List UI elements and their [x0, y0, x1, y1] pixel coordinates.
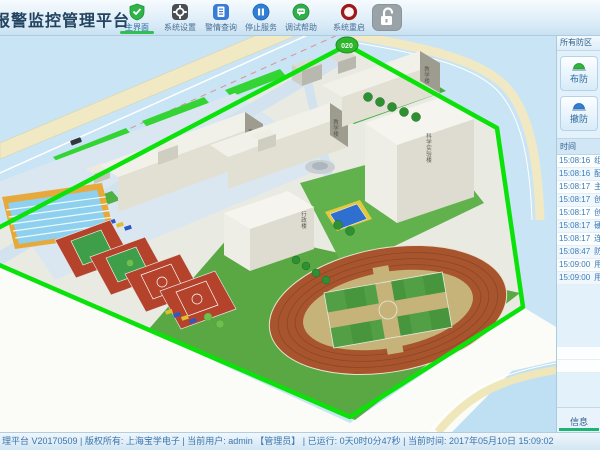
log-list[interactable]: 15:08:16组 15:08:16配 15:08:17主 15:08:17创 … [557, 155, 600, 285]
zone-badge[interactable]: 020 [336, 37, 358, 53]
toolbar-button-label: 停止服务 [240, 22, 282, 33]
lock-toggle-button[interactable] [372, 4, 402, 31]
zone-badge-number: 020 [341, 43, 353, 50]
toolbar-button-label: 系统重启 [328, 22, 370, 33]
building-label: 行政楼 [300, 210, 307, 230]
toolbar-button-label: 主界面 [116, 22, 158, 33]
building-label: 科学实验楼 [425, 132, 432, 164]
toolbar-button-restart[interactable]: 系统重启 [328, 1, 370, 34]
log-spacer [557, 285, 600, 347]
pause-icon [240, 3, 282, 22]
log-row[interactable]: 15:08:16组 [557, 155, 600, 168]
arm-button[interactable]: 布防 [560, 56, 598, 91]
log-time-header: 时间 [557, 138, 600, 155]
fountain-center [312, 162, 328, 170]
log-row[interactable]: 15:08:17创 [557, 207, 600, 220]
campus-map[interactable]: 教学楼 教学楼 教学楼 科学实验楼 行政楼 [0, 35, 556, 432]
campus-map-svg: 教学楼 教学楼 教学楼 科学实验楼 行政楼 [0, 35, 556, 432]
log-row[interactable]: 15:09:00用 [557, 272, 600, 285]
disarm-button[interactable]: 撤防 [560, 96, 598, 131]
toolbar-button-settings[interactable]: 系统设置 [159, 1, 201, 34]
arm-button-label: 布防 [561, 72, 597, 85]
log-row[interactable]: 15:08:17硬 [557, 220, 600, 233]
toolbar-button-label: 调试帮助 [280, 22, 322, 33]
toolbar-button-label: 系统设置 [159, 22, 201, 33]
status-bar: 理平台 V20170509 | 版权所有: 上海宝学电子 | 当前用户: adm… [0, 432, 600, 450]
toolbar-button-label: 警情查询 [200, 22, 242, 33]
log-row[interactable]: 15:08:16配 [557, 168, 600, 181]
log-row-empty [557, 347, 600, 360]
top-toolbar: 报警监控管理平台 主界面 系统设置 警情查询 停止服务 调试帮助 系统 [0, 0, 600, 36]
right-sidebar: 所有防区 布防 撤防 时间 15:08:16组 15:08:16配 15:08:… [556, 35, 600, 432]
status-text: 理平台 V20170509 | 版权所有: 上海宝学电子 | 当前用户: adm… [2, 436, 554, 446]
toolbar-button-query[interactable]: 警情查询 [200, 1, 242, 34]
log-row[interactable]: 15:08:17创 [557, 194, 600, 207]
chat-icon [280, 3, 322, 22]
shield-icon [116, 3, 158, 22]
app-title: 报警监控管理平台 [0, 7, 130, 31]
gear-icon [159, 3, 201, 22]
document-icon [200, 3, 242, 22]
log-row[interactable]: 15:09:00用 [557, 259, 600, 272]
log-row[interactable]: 15:08:17连 [557, 233, 600, 246]
toolbar-button-main[interactable]: 主界面 [116, 1, 158, 34]
zones-header: 所有防区 [557, 35, 600, 51]
toolbar-button-stop[interactable]: 停止服务 [240, 1, 282, 34]
unlock-icon [372, 4, 402, 31]
log-row[interactable]: 15:08:17主 [557, 181, 600, 194]
toolbar-button-debug[interactable]: 调试帮助 [280, 1, 322, 34]
disarm-button-label: 撤防 [561, 112, 597, 125]
log-row-empty [557, 360, 600, 373]
arm-beacon-icon [571, 60, 587, 72]
info-tab[interactable]: 信息 [557, 407, 600, 432]
disarm-beacon-icon [571, 100, 587, 112]
building-label: 教学楼 [423, 65, 430, 85]
restart-icon [328, 3, 370, 22]
building-label: 教学楼 [332, 118, 339, 138]
log-row[interactable]: 15:08:47防 [557, 246, 600, 259]
